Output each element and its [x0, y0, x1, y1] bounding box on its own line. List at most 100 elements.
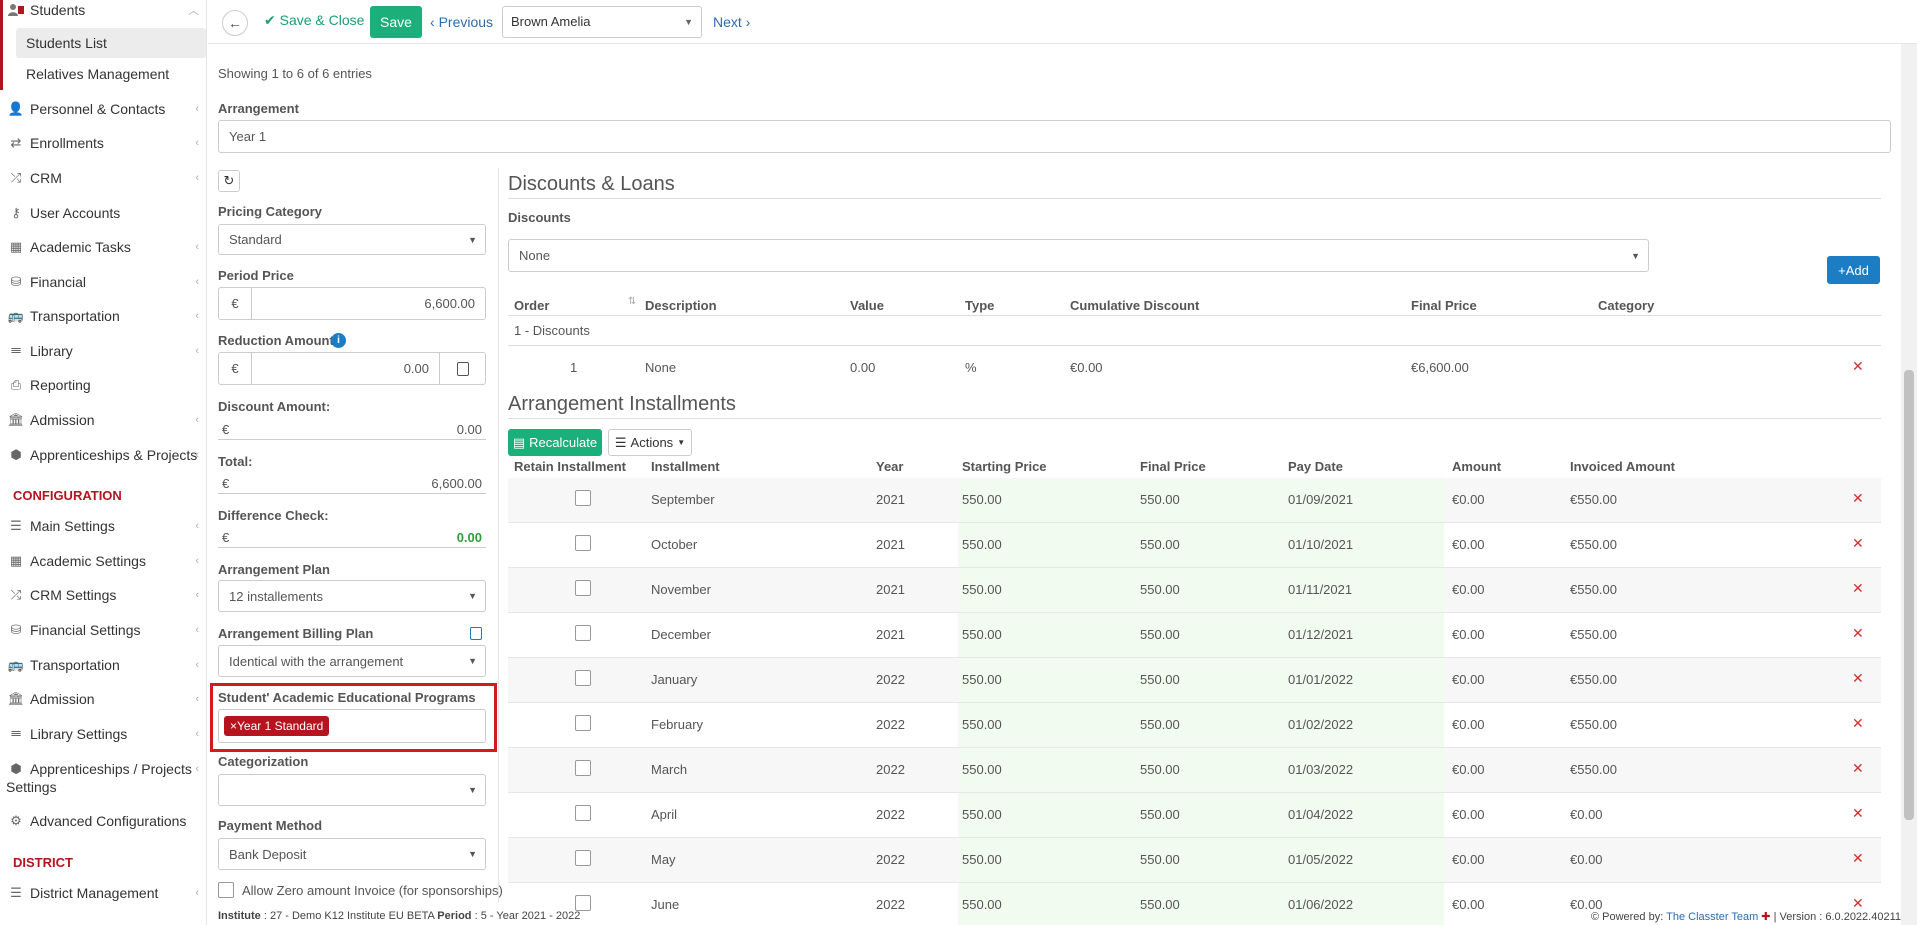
- delete-installment-icon[interactable]: ✕: [1852, 850, 1864, 867]
- sidebar-item-personnel[interactable]: 👤 Personnel & Contacts ‹: [0, 97, 206, 121]
- period-price-input[interactable]: 6,600.00: [251, 287, 486, 320]
- save-button[interactable]: Save: [370, 6, 422, 38]
- zero-invoice-checkbox[interactable]: [218, 882, 234, 898]
- col-pay-date[interactable]: Pay Date: [1288, 459, 1343, 474]
- payment-method-select[interactable]: Bank Deposit ▼: [218, 838, 486, 870]
- delete-discount-icon[interactable]: ✕: [1852, 358, 1864, 375]
- delete-installment-icon[interactable]: ✕: [1852, 715, 1864, 732]
- col-invoiced-amount[interactable]: Invoiced Amount: [1570, 459, 1675, 474]
- sidebar-item-apprenticeships-settings-line2[interactable]: Settings: [0, 775, 206, 799]
- add-discount-button[interactable]: + Add: [1827, 256, 1880, 284]
- sidebar-item-academic-tasks[interactable]: ▦ Academic Tasks ‹: [0, 235, 206, 259]
- reduction-amount-value: 0.00: [403, 361, 429, 376]
- remove-tag-icon[interactable]: ×: [230, 719, 237, 733]
- info-icon[interactable]: i: [331, 333, 346, 348]
- retain-installment-checkbox[interactable]: [575, 580, 591, 596]
- retain-installment-checkbox[interactable]: [575, 715, 591, 731]
- chevron-left-icon: ‹: [195, 693, 199, 705]
- sort-icon[interactable]: ⇅: [628, 296, 636, 307]
- retain-installment-checkbox[interactable]: [575, 490, 591, 506]
- save-close-button[interactable]: ✔ Save & Close: [264, 12, 364, 29]
- bus-icon: 🚌: [7, 657, 25, 672]
- sidebar-item-main-settings[interactable]: ☰ Main Settings ‹: [0, 514, 206, 538]
- calculator-button[interactable]: [439, 352, 486, 385]
- arrangement-plan-select[interactable]: 12 installements ▼: [218, 580, 486, 612]
- col-cumulative-discount[interactable]: Cumulative Discount: [1070, 298, 1199, 313]
- pricing-category-select[interactable]: Standard ▼: [218, 224, 486, 255]
- sidebar-item-user-accounts[interactable]: ⚷ User Accounts: [0, 201, 206, 225]
- col-starting-price[interactable]: Starting Price: [962, 459, 1047, 474]
- zero-invoice-label: Allow Zero amount Invoice (for sponsorsh…: [242, 883, 503, 898]
- delete-installment-icon[interactable]: ✕: [1852, 625, 1864, 642]
- chevron-left-icon: ‹: [195, 728, 199, 740]
- cube-icon: ⬢: [10, 447, 22, 462]
- sidebar-item-admission[interactable]: 🏛 Admission ‹: [0, 408, 206, 432]
- arrangement-field[interactable]: Year 1: [218, 120, 1891, 153]
- col-amount[interactable]: Amount: [1452, 459, 1501, 474]
- sidebar-item-crm-settings[interactable]: ⤮ CRM Settings ‹: [0, 583, 206, 607]
- retain-installment-checkbox[interactable]: [575, 805, 591, 821]
- reduction-amount-input[interactable]: 0.00: [251, 352, 440, 385]
- next-button[interactable]: Next ›: [713, 14, 750, 30]
- col-year[interactable]: Year: [876, 459, 903, 474]
- sidebar-item-reporting[interactable]: ⎙ Reporting: [0, 373, 206, 397]
- team-link[interactable]: The Classter Team: [1666, 911, 1758, 923]
- retain-installment-checkbox[interactable]: [575, 760, 591, 776]
- sidebar-item-library[interactable]: 𝍢 Library ‹: [0, 339, 206, 363]
- col-category[interactable]: Category: [1598, 298, 1654, 313]
- sidebar-item-transportation-settings[interactable]: 🚌 Transportation ‹: [0, 653, 206, 677]
- student-select[interactable]: Brown Amelia ▼: [502, 6, 702, 38]
- calculator-icon[interactable]: [470, 627, 482, 640]
- installment-name: February: [651, 717, 704, 732]
- sidebar-item-financial[interactable]: ⛁ Financial ‹: [0, 270, 206, 294]
- categorization-select[interactable]: ▼: [218, 774, 486, 806]
- currency-symbol: €: [222, 422, 230, 437]
- printer-icon: ⎙: [10, 377, 22, 392]
- billing-plan-select[interactable]: Identical with the arrangement ▼: [218, 645, 486, 677]
- sidebar-item-crm[interactable]: ⤮ CRM ‹: [0, 166, 206, 190]
- delete-installment-icon[interactable]: ✕: [1852, 760, 1864, 777]
- sidebar-item-transportation[interactable]: 🚌 Transportation ‹: [0, 304, 206, 328]
- sidebar-subitem-relatives[interactable]: Relatives Management: [16, 59, 206, 89]
- sidebar-item-enrollments[interactable]: ⇄ Enrollments ‹: [0, 131, 206, 155]
- chevron-left-icon: ‹: [195, 414, 199, 426]
- caret-down-icon: ▼: [468, 234, 477, 245]
- recalculate-button[interactable]: ▤ Recalculate: [508, 429, 602, 456]
- col-final-price[interactable]: Final Price: [1411, 298, 1477, 313]
- sidebar-item-admission-settings[interactable]: 🏛 Admission ‹: [0, 687, 206, 711]
- sidebar-item-advanced-config[interactable]: ⚙ Advanced Configurations: [0, 809, 206, 833]
- sidebar-item-label: Financial: [30, 274, 87, 290]
- delete-installment-icon[interactable]: ✕: [1852, 805, 1864, 822]
- chevron-left-icon: ‹: [195, 520, 199, 532]
- actions-dropdown[interactable]: ☰ Actions ▼: [608, 429, 692, 456]
- retain-installment-checkbox[interactable]: [575, 850, 591, 866]
- retain-installment-checkbox[interactable]: [575, 625, 591, 641]
- program-tag[interactable]: × Year 1 Standard: [224, 716, 330, 736]
- col-final-price[interactable]: Final Price: [1140, 459, 1206, 474]
- scrollbar-thumb[interactable]: [1904, 370, 1914, 820]
- retain-installment-checkbox[interactable]: [575, 670, 591, 686]
- retain-installment-checkbox[interactable]: [575, 535, 591, 551]
- sidebar-item-students[interactable]: Students ︿: [0, 0, 206, 22]
- col-installment[interactable]: Installment: [651, 459, 720, 474]
- back-button[interactable]: ←: [222, 10, 248, 36]
- sidebar-item-financial-settings[interactable]: ⛁ Financial Settings ‹: [0, 618, 206, 642]
- col-retain-installment[interactable]: Retain Installment: [514, 459, 626, 474]
- sidebar-item-apprenticeships[interactable]: ⬢ Apprenticeships & Projects ‹: [0, 443, 206, 467]
- col-type[interactable]: Type: [965, 298, 994, 313]
- sidebar-item-library-settings[interactable]: 𝍢 Library Settings ‹: [0, 722, 206, 746]
- discounts-select[interactable]: None ▼: [508, 239, 1649, 272]
- sidebar-item-academic-settings[interactable]: ▦ Academic Settings ‹: [0, 549, 206, 573]
- sidebar-item-label: Main Settings: [30, 518, 115, 534]
- refresh-button[interactable]: ↻: [218, 170, 240, 192]
- delete-installment-icon[interactable]: ✕: [1852, 535, 1864, 552]
- col-value[interactable]: Value: [850, 298, 884, 313]
- delete-installment-icon[interactable]: ✕: [1852, 580, 1864, 597]
- delete-installment-icon[interactable]: ✕: [1852, 490, 1864, 507]
- sidebar-subitem-students-list[interactable]: Students List: [16, 28, 206, 58]
- delete-installment-icon[interactable]: ✕: [1852, 670, 1864, 687]
- sidebar-item-district-management[interactable]: ☰ District Management ‹: [0, 881, 206, 905]
- previous-button[interactable]: ‹ Previous: [430, 14, 493, 30]
- col-description[interactable]: Description: [645, 298, 717, 313]
- col-order[interactable]: Order: [514, 298, 549, 313]
